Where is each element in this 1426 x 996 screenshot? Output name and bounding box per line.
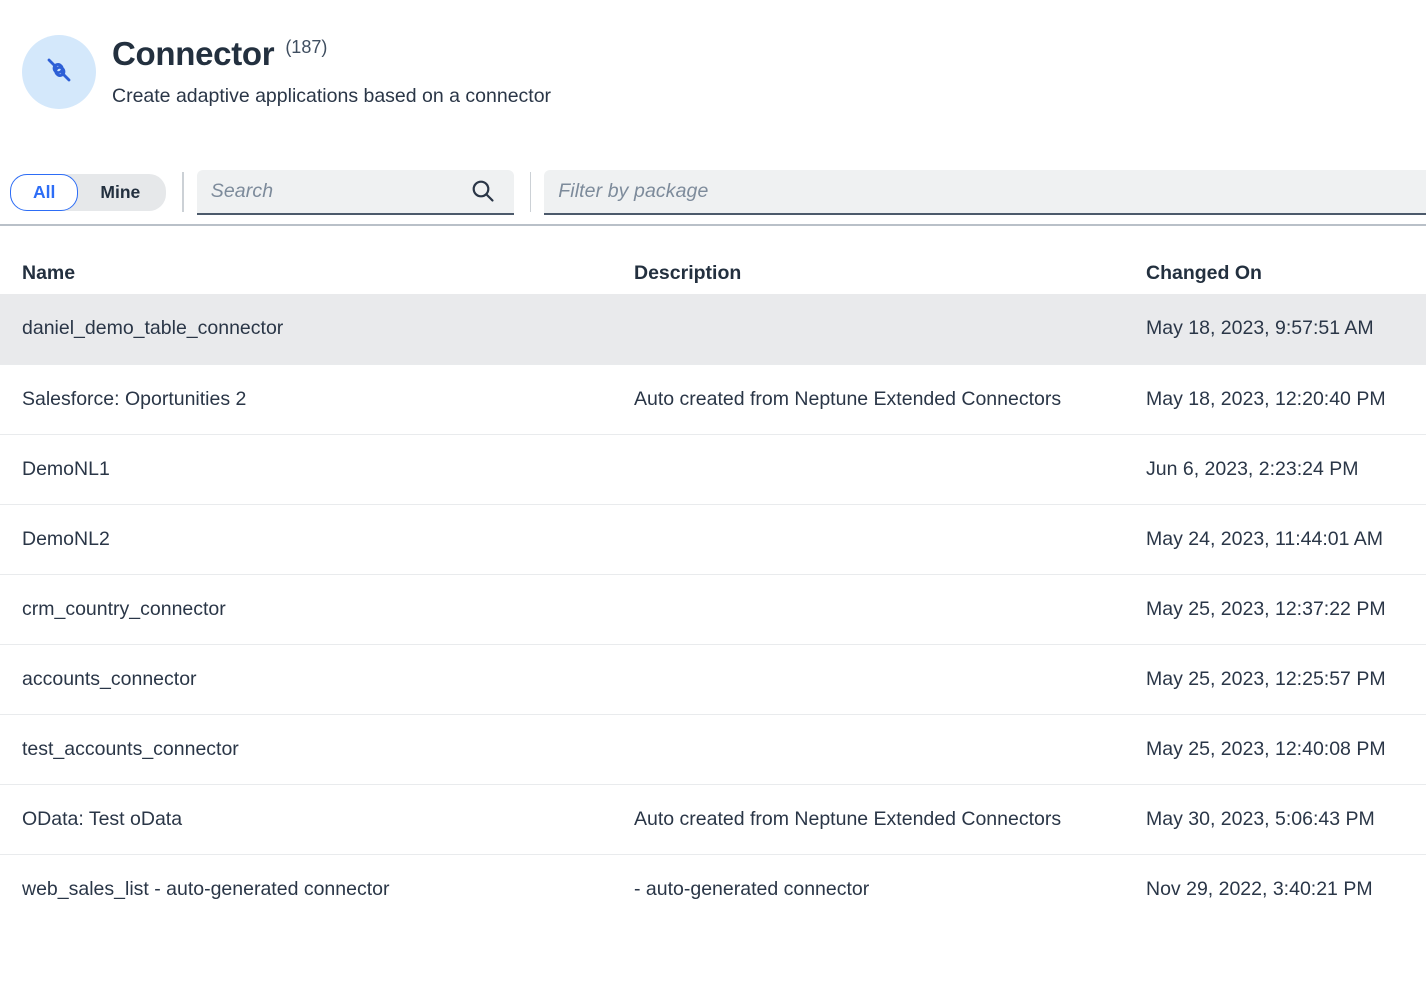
search-icon[interactable] bbox=[470, 178, 496, 204]
cell-changed-on: Jun 6, 2023, 2:23:24 PM bbox=[1123, 458, 1426, 481]
package-filter-placeholder: Filter by package bbox=[544, 180, 708, 203]
cell-changed-on: May 30, 2023, 5:06:43 PM bbox=[1123, 808, 1426, 831]
cell-name: OData: Test oData bbox=[0, 808, 617, 831]
search-input-placeholder: Search bbox=[197, 180, 273, 203]
cell-changed-on: May 25, 2023, 12:25:57 PM bbox=[1123, 668, 1426, 691]
filter-tab-mine[interactable]: Mine bbox=[78, 174, 166, 211]
cell-description: Auto created from Neptune Extended Conne… bbox=[617, 808, 1123, 831]
table-row[interactable]: web_sales_list - auto-generated connecto… bbox=[0, 854, 1426, 924]
cell-description: Auto created from Neptune Extended Conne… bbox=[617, 388, 1123, 411]
column-header-description[interactable]: Description bbox=[617, 262, 1123, 285]
cell-changed-on: Nov 29, 2022, 3:40:21 PM bbox=[1123, 878, 1426, 901]
toolbar: All Mine Search Filter by package bbox=[0, 160, 1426, 224]
filter-tab-all[interactable]: All bbox=[10, 174, 78, 211]
table-row[interactable]: OData: Test oDataAuto created from Neptu… bbox=[0, 784, 1426, 854]
cell-name: accounts_connector bbox=[0, 668, 617, 691]
cell-name: DemoNL1 bbox=[0, 458, 617, 481]
column-header-changed-on[interactable]: Changed On bbox=[1123, 262, 1426, 285]
toolbar-divider-2 bbox=[530, 172, 532, 212]
header-text-block: Connector (187) Create adaptive applicat… bbox=[112, 30, 551, 109]
cell-changed-on: May 25, 2023, 12:40:08 PM bbox=[1123, 738, 1426, 761]
title-row: Connector (187) bbox=[112, 34, 551, 74]
connector-avatar bbox=[22, 35, 96, 109]
search-field[interactable]: Search bbox=[197, 170, 514, 215]
cell-name: web_sales_list - auto-generated connecto… bbox=[0, 878, 617, 901]
table-row[interactable]: DemoNL2 May 24, 2023, 11:44:01 AM bbox=[0, 504, 1426, 574]
cell-name: DemoNL2 bbox=[0, 528, 617, 551]
cell-changed-on: May 18, 2023, 9:57:51 AM bbox=[1123, 317, 1426, 340]
toolbar-divider-1 bbox=[182, 172, 184, 212]
table-row[interactable]: Salesforce: Oportunities 2Auto created f… bbox=[0, 364, 1426, 434]
cell-name: Salesforce: Oportunities 2 bbox=[0, 388, 617, 411]
page-subtitle: Create adaptive applications based on a … bbox=[112, 83, 551, 109]
connector-table: Name Description Changed On daniel_demo_… bbox=[0, 226, 1426, 924]
cell-changed-on: May 25, 2023, 12:37:22 PM bbox=[1123, 598, 1426, 621]
page-title: Connector bbox=[112, 34, 274, 74]
table-row[interactable]: DemoNL1 Jun 6, 2023, 2:23:24 PM bbox=[0, 434, 1426, 504]
column-header-name[interactable]: Name bbox=[0, 262, 617, 285]
scope-filter-segmented-control: All Mine bbox=[10, 174, 166, 211]
cell-name: daniel_demo_table_connector bbox=[0, 317, 617, 340]
cell-name: crm_country_connector bbox=[0, 598, 617, 621]
table-header-row: Name Description Changed On bbox=[0, 226, 1426, 294]
table-row[interactable]: test_accounts_connector May 25, 2023, 12:… bbox=[0, 714, 1426, 784]
cell-name: test_accounts_connector bbox=[0, 738, 617, 761]
cell-changed-on: May 18, 2023, 12:20:40 PM bbox=[1123, 388, 1426, 411]
table-row[interactable]: accounts_connector May 25, 2023, 12:25:57… bbox=[0, 644, 1426, 714]
table-row[interactable]: daniel_demo_table_connector May 18, 2023,… bbox=[0, 294, 1426, 364]
package-filter-field[interactable]: Filter by package bbox=[544, 170, 1426, 215]
item-count-badge: (187) bbox=[285, 34, 327, 58]
connector-link-icon bbox=[42, 53, 76, 92]
page-header: Connector (187) Create adaptive applicat… bbox=[0, 0, 1426, 160]
table-body: daniel_demo_table_connector May 18, 2023,… bbox=[0, 294, 1426, 924]
cell-changed-on: May 24, 2023, 11:44:01 AM bbox=[1123, 528, 1426, 551]
cell-description: - auto-generated connector bbox=[617, 878, 1123, 901]
table-row[interactable]: crm_country_connector May 25, 2023, 12:37… bbox=[0, 574, 1426, 644]
